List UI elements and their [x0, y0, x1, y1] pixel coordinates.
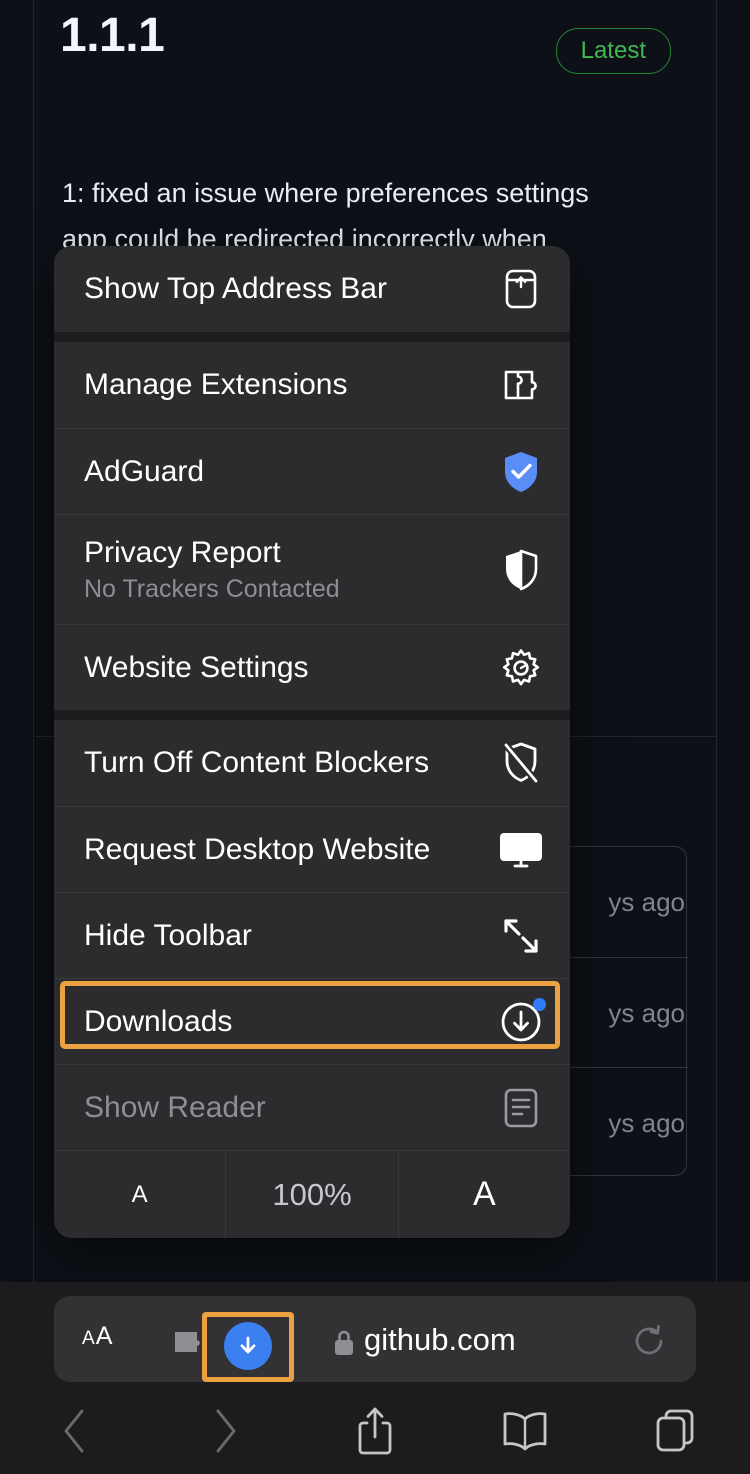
expand-arrows-icon [498, 913, 544, 959]
page-left-rule [33, 0, 34, 1310]
menu-item-sublabel: No Trackers Contacted [84, 574, 340, 603]
menu-item-downloads[interactable]: Downloads [54, 978, 570, 1064]
tabs-button[interactable] [600, 1407, 750, 1460]
browser-chrome: AAAA github.com [0, 1282, 750, 1474]
menu-item-label: Privacy Report [84, 535, 281, 569]
downloads-button[interactable] [224, 1322, 272, 1370]
address-bar[interactable]: AAAA github.com [54, 1296, 696, 1382]
menu-item-hide-toolbar[interactable]: Hide Toolbar [54, 892, 570, 978]
latest-badge: Latest [555, 28, 671, 74]
forward-button[interactable] [150, 1406, 300, 1461]
menu-item-show-top-address-bar[interactable]: Show Top Address Bar [54, 246, 570, 332]
screen: 1.1.1 Latest 1: fixed an issue where pre… [0, 0, 750, 1474]
menu-group-3: Turn Off Content Blockers Request Deskto… [54, 720, 570, 1150]
chevron-right-icon [208, 1406, 242, 1461]
menu-item-website-settings[interactable]: Website Settings [54, 624, 570, 710]
url-text[interactable]: github.com [364, 1320, 516, 1360]
bottom-navigation-bar [0, 1392, 750, 1474]
page-right-rule [716, 0, 717, 1310]
tabs-icon [653, 1407, 697, 1460]
menu-item-label: Downloads [84, 1004, 233, 1038]
menu-item-show-reader[interactable]: Show Reader [54, 1064, 570, 1150]
menu-group-separator [54, 332, 570, 342]
extensions-icon[interactable] [170, 1328, 204, 1361]
zoom-control-row: A 100% A [54, 1150, 570, 1238]
adguard-shield-icon [498, 449, 544, 495]
back-button[interactable] [0, 1406, 150, 1461]
puzzle-piece-icon [498, 362, 544, 408]
book-icon [501, 1409, 549, 1458]
menu-item-adguard[interactable]: AdGuard [54, 428, 570, 514]
downloads-notification-dot [533, 997, 546, 1011]
commit-timestamp: ys ago [608, 1108, 685, 1138]
menu-item-request-desktop-website[interactable]: Request Desktop Website [54, 806, 570, 892]
share-button[interactable] [300, 1405, 450, 1462]
menu-group-2: Manage Extensions AdGuard Privacy Report… [54, 342, 570, 710]
menu-item-label: AdGuard [84, 454, 205, 488]
privacy-shield-icon [498, 547, 544, 593]
zoom-in-button[interactable]: A [397, 1151, 570, 1238]
lock-icon [332, 1328, 356, 1363]
release-note-line-1: 1: fixed an issue where preferences sett… [62, 178, 589, 208]
menu-item-label: Hide Toolbar [84, 918, 252, 952]
menu-item-label: Manage Extensions [84, 368, 348, 401]
safari-page-menu: Show Top Address Bar Manage Extensions A… [54, 246, 570, 1238]
download-circle-icon [498, 997, 546, 1045]
menu-item-manage-extensions[interactable]: Manage Extensions [54, 342, 570, 428]
commit-timestamp: ys ago [608, 887, 685, 917]
zoom-level-value[interactable]: 100% [225, 1151, 397, 1238]
menu-group-1: Show Top Address Bar [54, 246, 570, 332]
zoom-out-button[interactable]: A [54, 1151, 225, 1238]
menu-item-label: Show Reader [84, 1090, 266, 1124]
menu-item-label: Turn Off Content Blockers [84, 746, 430, 779]
commit-timestamp: ys ago [608, 998, 685, 1028]
zoom-level-label: 100% [272, 1176, 352, 1212]
chevron-left-icon [58, 1406, 92, 1461]
menu-item-privacy-report[interactable]: Privacy Report No Trackers Contacted [54, 514, 570, 624]
text-size-button[interactable]: AAAA [82, 1322, 113, 1351]
gear-icon [498, 645, 544, 691]
share-icon [355, 1405, 395, 1462]
address-bar-top-icon [498, 266, 544, 312]
desktop-monitor-icon [498, 827, 544, 873]
reload-icon[interactable] [632, 1324, 666, 1363]
zoom-in-label: A [472, 1175, 496, 1213]
menu-item-label: Website Settings [84, 650, 309, 684]
bookmarks-button[interactable] [450, 1409, 600, 1458]
zoom-out-label: A [131, 1180, 148, 1208]
reader-icon [498, 1085, 544, 1131]
shield-slash-icon [498, 740, 544, 786]
menu-item-label: Show Top Address Bar [84, 272, 387, 305]
menu-item-turn-off-content-blockers[interactable]: Turn Off Content Blockers [54, 720, 570, 806]
menu-group-separator [54, 710, 570, 720]
menu-item-label: Request Desktop Website [84, 832, 431, 866]
release-version-title: 1.1.1 [60, 9, 165, 62]
